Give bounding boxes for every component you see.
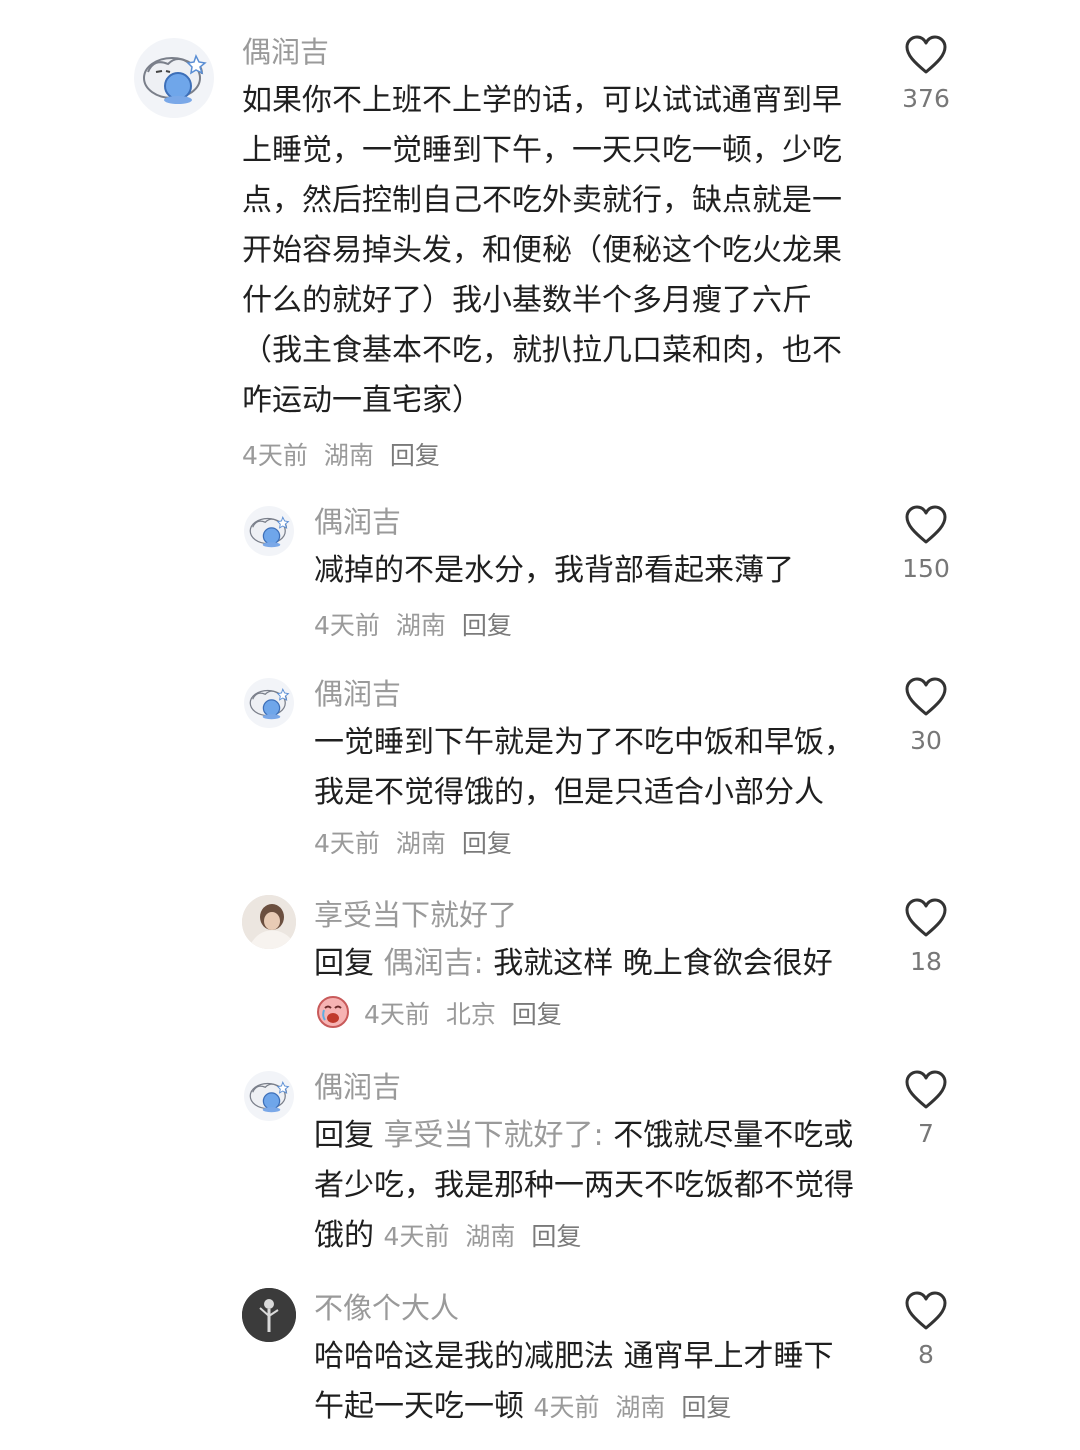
reply-item: 偶润吉 减掉的不是水分，我背部看起来薄了 4天前 湖南 回复 150 [0,500,1080,660]
comment-text: 一觉睡到下午就是为了不吃中饭和早饭，我是不觉得饿的，但是只适合小部分人 4天前 … [314,718,874,869]
location: 北京 [445,1000,496,1029]
cartoon-avatar-icon [143,54,207,104]
username[interactable]: 偶润吉 [242,32,329,72]
username[interactable]: 偶润吉 [314,502,401,542]
like-count: 376 [902,84,950,113]
like-button[interactable]: 30 [886,676,966,758]
reply-button[interactable]: 回复 [512,1000,562,1029]
comment-text-content: 一觉睡到下午就是为了不吃中饭和早饭，我是不觉得饿的，但是只适合小部分人 [314,725,854,810]
reply-item: 偶润吉 一觉睡到下午就是为了不吃中饭和早饭，我是不觉得饿的，但是只适合小部分人 … [0,672,1080,872]
heart-outline-icon [905,505,947,544]
heart-outline-icon [905,898,947,937]
comment-text-content: 我就这样 晚上食欲会很好 [483,946,833,981]
like-count: 150 [902,554,950,583]
location: 湖南 [395,829,446,858]
reply-item: 不像个大人 哈哈哈这是我的减肥法 通宵早上才睡下午起一天吃一顿 4天前 湖南 回… [0,1286,1080,1446]
comment-text: 减掉的不是水分，我背部看起来薄了 [314,546,874,596]
comment-meta: 4天前 北京 回复 [356,1000,570,1029]
cartoon-avatar-icon [249,688,290,720]
reply-target-username[interactable]: 偶润吉: [384,946,484,981]
username[interactable]: 享受当下就好了 [314,895,517,935]
like-button[interactable]: 7 [886,1069,966,1151]
comment-meta: 4天前 湖南 回复 [242,436,448,472]
heart-outline-icon [905,1291,947,1330]
timestamp: 4天前 [242,441,308,470]
heart-outline-icon [905,1070,947,1109]
reply-prefix: 回复 [314,946,374,981]
comment-meta: 4天前 湖南 回复 [314,606,520,642]
avatar[interactable] [244,1071,294,1121]
comment-text: 如果你不上班不上学的话，可以试试通宵到早上睡觉，一觉睡到下午，一天只吃一顿，少吃… [242,76,862,426]
avatar[interactable] [244,678,294,728]
heart-outline-icon [905,677,947,716]
location: 湖南 [615,1393,666,1422]
timestamp: 4天前 [314,611,380,640]
reply-item: 享受当下就好了 回复 偶润吉: 我就这样 晚上食欲会很好 4天前 北京 回复 1… [0,893,1080,1063]
reply-button[interactable]: 回复 [681,1393,731,1422]
cartoon-avatar-icon [249,1081,290,1113]
like-count: 7 [918,1119,934,1148]
like-button[interactable]: 8 [886,1290,966,1372]
avatar[interactable] [242,1288,296,1342]
username[interactable]: 偶润吉 [314,1067,401,1107]
photo-avatar-icon [242,895,296,949]
comment-meta: 4天前 湖南 回复 [314,829,520,858]
crying-face-emoji-icon [317,996,349,1028]
reply-button[interactable]: 回复 [462,611,512,640]
username[interactable]: 偶润吉 [314,674,401,714]
username[interactable]: 不像个大人 [314,1288,459,1328]
timestamp: 4天前 [363,1000,430,1029]
like-button[interactable]: 376 [886,34,966,116]
comment-text-content: 如果你不上班不上学的话，可以试试通宵到早上睡觉，一觉睡到下午，一天只吃一顿，少吃… [242,83,842,418]
heart-outline-icon [905,35,947,74]
comment-text: 回复 偶润吉: 我就这样 晚上食欲会很好 4天前 北京 回复 [314,939,854,1040]
cartoon-avatar-icon [249,516,290,548]
timestamp: 4天前 [533,1393,600,1422]
avatar[interactable] [134,38,214,118]
avatar[interactable] [244,506,294,556]
comment-item: 偶润吉 如果你不上班不上学的话，可以试试通宵到早上睡觉，一觉睡到下午，一天只吃一… [0,0,1080,480]
timestamp: 4天前 [314,829,380,858]
reply-button[interactable]: 回复 [531,1222,581,1251]
reply-button[interactable]: 回复 [462,829,512,858]
like-button[interactable]: 150 [886,504,966,586]
like-count: 8 [918,1340,934,1369]
location: 湖南 [323,441,374,470]
reply-button[interactable]: 回复 [390,441,440,470]
comment-meta: 4天前 湖南 回复 [534,1393,740,1422]
like-count: 18 [910,947,942,976]
comment-meta: 4天前 湖南 回复 [384,1222,590,1251]
location: 湖南 [395,611,446,640]
like-count: 30 [910,726,942,755]
comment-text: 回复 享受当下就好了: 不饿就尽量不吃或者少吃，我是那种一两天不吃饭都不觉得饿的… [314,1111,874,1262]
comment-text: 哈哈哈这是我的减肥法 通宵早上才睡下午起一天吃一顿 4天前 湖南 回复 [314,1332,854,1433]
reply-target-username[interactable]: 享受当下就好了: [384,1118,604,1153]
avatar[interactable] [242,895,296,949]
photo-avatar-icon [242,1288,296,1342]
like-button[interactable]: 18 [886,897,966,979]
timestamp: 4天前 [383,1222,450,1251]
comment-text-content: 减掉的不是水分，我背部看起来薄了 [314,553,794,588]
reply-item: 偶润吉 回复 享受当下就好了: 不饿就尽量不吃或者少吃，我是那种一两天不吃饭都不… [0,1065,1080,1265]
reply-prefix: 回复 [314,1118,374,1153]
location: 湖南 [465,1222,516,1251]
